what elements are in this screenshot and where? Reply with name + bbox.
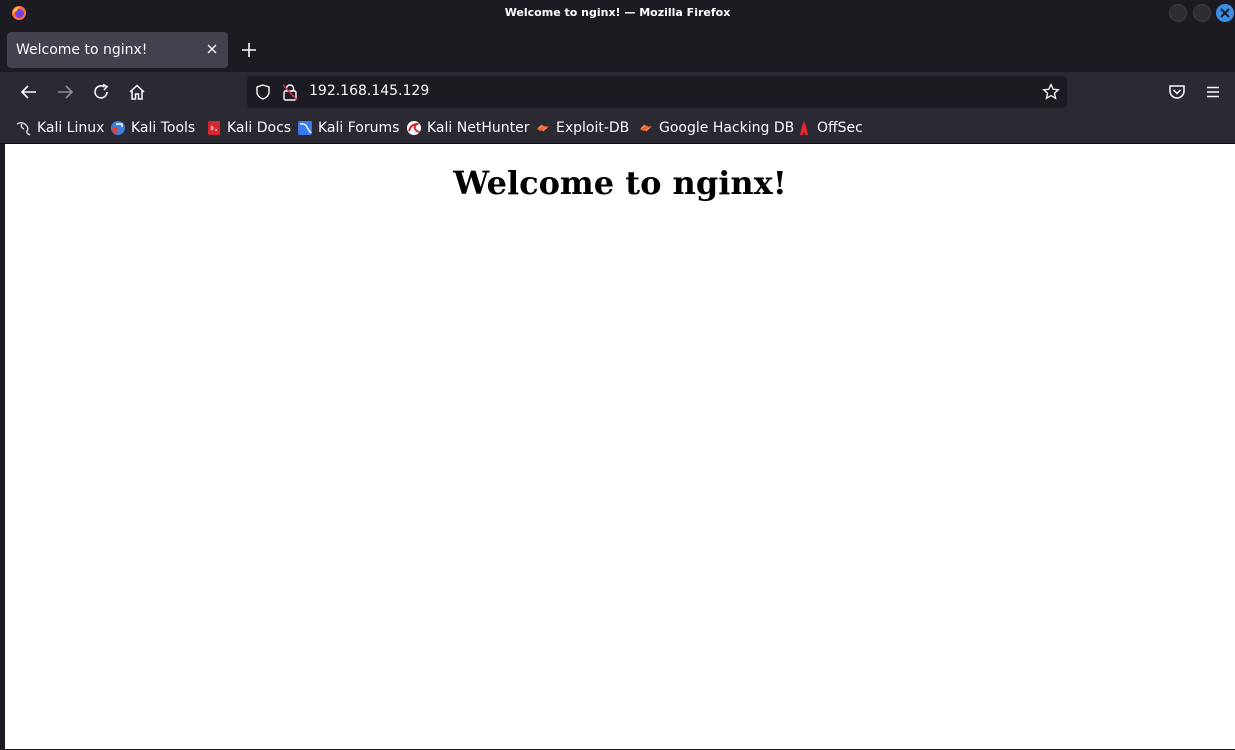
bookmark-google-hacking-db[interactable]: Google Hacking DB [638,119,794,137]
star-icon[interactable] [1042,83,1060,101]
bookmark-label: OffSec [817,120,863,136]
page-heading: Welcome to nginx! [453,164,787,202]
bookmarks-toolbar: Kali Linux Kali Tools Kali Docs Kali For… [0,112,1235,144]
new-tab-icon[interactable] [241,42,257,58]
nethunter-icon [407,121,421,135]
bookmark-kali-linux[interactable]: Kali Linux [16,119,104,137]
ghdb-icon [640,124,652,132]
minimize-button[interactable] [1169,4,1187,22]
home-icon[interactable] [128,83,146,101]
bookmark-exploit-db[interactable]: Exploit-DB [535,119,629,137]
bookmark-label: Kali NetHunter [427,120,530,136]
forward-icon[interactable] [56,83,74,101]
window-title: Welcome to nginx! — Mozilla Firefox [504,6,731,19]
bookmark-label: Kali Forums [318,120,400,136]
reload-icon[interactable] [92,83,110,101]
exploit-db-icon [537,124,549,132]
tab-close-icon[interactable] [205,42,219,56]
shield-icon[interactable] [255,84,271,100]
bookmark-label: Google Hacking DB [659,120,795,136]
kali-dragon-icon [16,122,31,136]
tab-welcome-to-nginx[interactable]: Welcome to nginx! [7,32,228,68]
kali-docs-icon [208,121,220,135]
tab-strip: Welcome to nginx! [0,26,1235,72]
page-content: Welcome to nginx! [5,144,1235,749]
navigation-toolbar: 192.168.145.129 [0,72,1235,112]
bookmark-kali-forums[interactable]: Kali Forums [297,119,399,137]
bookmark-kali-docs[interactable]: Kali Docs [206,119,291,137]
url-text[interactable]: 192.168.145.129 [309,83,429,99]
insecure-lock-icon[interactable] [282,83,298,101]
window-close-button[interactable] [1216,4,1234,22]
bookmark-kali-nethunter[interactable]: Kali NetHunter [406,119,529,137]
bookmark-offsec[interactable]: OffSec [796,119,863,137]
bookmark-label: Exploit-DB [556,120,630,136]
pocket-icon[interactable] [1168,83,1186,101]
bookmark-label: Kali Tools [131,120,196,136]
maximize-button[interactable] [1193,4,1211,22]
url-bar[interactable]: 192.168.145.129 [247,76,1067,108]
bookmark-label: Kali Linux [37,120,105,136]
back-icon[interactable] [20,83,38,101]
browser-window: Welcome to nginx! — Mozilla Firefox Welc… [0,0,1235,750]
menu-icon[interactable] [1204,83,1222,101]
close-icon [1220,8,1230,18]
bookmark-label: Kali Docs [227,120,292,136]
tab-title: Welcome to nginx! [16,42,148,58]
title-bar: Welcome to nginx! — Mozilla Firefox [0,0,1235,26]
kali-tools-icon [111,121,125,135]
bookmark-kali-tools[interactable]: Kali Tools [110,119,195,137]
kali-forums-icon [298,121,312,135]
offsec-icon [800,121,808,135]
